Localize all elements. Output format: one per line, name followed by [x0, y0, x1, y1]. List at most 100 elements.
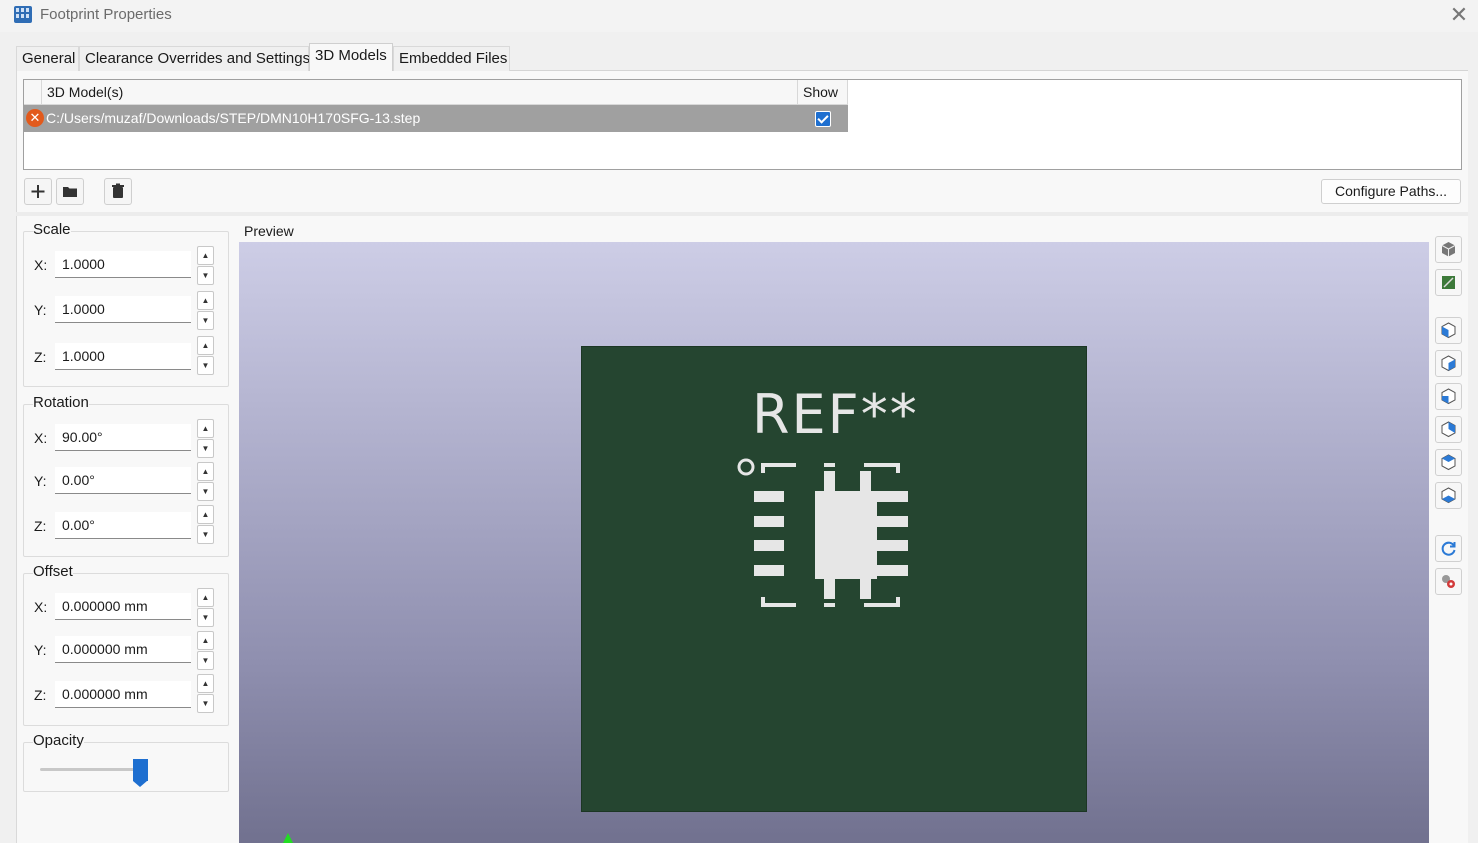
spin-up-icon[interactable]: ▲: [197, 631, 214, 650]
spin-up-icon[interactable]: ▲: [197, 588, 214, 607]
toggle-3d-model-button[interactable]: [1435, 236, 1462, 263]
spin-down-icon[interactable]: ▼: [197, 482, 214, 501]
render-settings-button[interactable]: [1435, 568, 1462, 595]
footprint-properties-window: Footprint Properties ✕ General Clearance…: [0, 0, 1478, 843]
rotation-x-stepper[interactable]: ▲ ▼: [197, 419, 214, 459]
spin-up-icon[interactable]: ▲: [197, 246, 214, 265]
offset-title: Offset: [33, 563, 73, 580]
offset-y-stepper[interactable]: ▲ ▼: [197, 631, 214, 671]
spin-down-icon[interactable]: ▼: [197, 525, 214, 544]
view-bottom-icon: [1441, 487, 1456, 504]
scale-x-stepper[interactable]: ▲ ▼: [197, 246, 214, 286]
view-back-button[interactable]: [1435, 350, 1462, 377]
refresh-icon: [1441, 541, 1456, 556]
spin-up-icon[interactable]: ▲: [197, 291, 214, 310]
rotation-x-input[interactable]: 90.00°: [55, 424, 191, 451]
view-front-button[interactable]: [1435, 317, 1462, 344]
remove-model-button[interactable]: [104, 178, 132, 205]
rotation-title: Rotation: [33, 394, 89, 411]
spin-down-icon[interactable]: ▼: [197, 694, 214, 713]
scale-y-input[interactable]: 1.0000: [55, 296, 191, 323]
scale-x-label: X:: [34, 257, 48, 273]
table-row[interactable]: ✕ C:/Users/muzaf/Downloads/STEP/DMN10H17…: [24, 105, 848, 132]
view-left-button[interactable]: [1435, 383, 1462, 410]
offset-y-input[interactable]: 0.000000 mm: [55, 636, 191, 663]
rotation-x-label: X:: [34, 430, 48, 446]
folder-icon: [63, 187, 77, 197]
spin-up-icon[interactable]: ▲: [197, 505, 214, 524]
settings-icon: [1442, 575, 1455, 588]
reload-view-button[interactable]: [1435, 535, 1462, 562]
add-icon: [31, 185, 45, 198]
toggle-board-button[interactable]: [1435, 269, 1462, 296]
view-top-icon: [1441, 454, 1456, 471]
offset-x-input[interactable]: 0.000000 mm: [55, 593, 191, 620]
tab-general[interactable]: General: [16, 46, 79, 71]
rotation-z-stepper[interactable]: ▲ ▼: [197, 505, 214, 545]
rotation-y-input[interactable]: 0.00°: [55, 467, 191, 494]
3d-preview-canvas[interactable]: REF**: [239, 242, 1429, 843]
spin-up-icon[interactable]: ▲: [197, 462, 214, 481]
offset-x-label: X:: [34, 599, 48, 615]
close-icon[interactable]: ✕: [1446, 3, 1472, 27]
title-bar: Footprint Properties ✕: [0, 0, 1478, 32]
rotation-z-label: Z:: [34, 518, 47, 534]
opacity-title: Opacity: [33, 732, 84, 749]
spin-down-icon[interactable]: ▼: [197, 651, 214, 670]
tab-clearance-overrides[interactable]: Clearance Overrides and Settings: [79, 46, 310, 71]
opacity-slider-handle[interactable]: [132, 759, 148, 787]
preview-label: Preview: [244, 223, 294, 239]
opacity-group: Opacity: [23, 732, 229, 792]
scale-title: Scale: [33, 221, 71, 238]
app-icon: [14, 6, 32, 23]
show-checkbox[interactable]: [815, 111, 831, 127]
view-front-icon: [1441, 322, 1456, 339]
rotation-y-label: Y:: [34, 473, 47, 489]
spin-down-icon[interactable]: ▼: [197, 439, 214, 458]
scale-z-label: Z:: [34, 349, 47, 365]
models-table: 3D Model(s) Show ✕ C:/Users/muzaf/Downlo…: [23, 79, 1462, 170]
model-path: C:/Users/muzaf/Downloads/STEP/DMN10H170S…: [46, 110, 421, 126]
error-icon: ✕: [26, 109, 44, 127]
spin-up-icon[interactable]: ▲: [197, 336, 214, 355]
view-left-icon: [1441, 388, 1456, 405]
axis-indicator: [283, 833, 293, 843]
tab-embedded-files[interactable]: Embedded Files: [393, 46, 510, 71]
scale-y-stepper[interactable]: ▲ ▼: [197, 291, 214, 331]
browse-model-button[interactable]: [56, 178, 84, 205]
view-back-icon: [1441, 355, 1456, 372]
spin-down-icon[interactable]: ▼: [197, 356, 214, 375]
trash-icon: [112, 183, 124, 198]
spin-down-icon[interactable]: ▼: [197, 311, 214, 330]
offset-z-label: Z:: [34, 687, 47, 703]
offset-y-label: Y:: [34, 642, 47, 658]
view-right-button[interactable]: [1435, 416, 1462, 443]
offset-z-input[interactable]: 0.000000 mm: [55, 681, 191, 708]
add-model-button[interactable]: [24, 178, 52, 205]
spin-up-icon[interactable]: ▲: [197, 674, 214, 693]
rotation-y-stepper[interactable]: ▲ ▼: [197, 462, 214, 502]
column-header-show[interactable]: Show: [798, 80, 848, 105]
cube-icon: [1441, 242, 1456, 257]
window-title: Footprint Properties: [40, 6, 172, 23]
view-bottom-button[interactable]: [1435, 482, 1462, 509]
spin-up-icon[interactable]: ▲: [197, 419, 214, 438]
column-header-models[interactable]: 3D Model(s): [42, 80, 798, 105]
section-separator: [16, 212, 1468, 216]
scale-z-stepper[interactable]: ▲ ▼: [197, 336, 214, 376]
opacity-slider-track[interactable]: [40, 768, 140, 771]
tab-3d-models[interactable]: 3D Models: [309, 43, 393, 71]
scale-z-input[interactable]: 1.0000: [55, 343, 191, 370]
scale-y-label: Y:: [34, 302, 47, 318]
spin-down-icon[interactable]: ▼: [197, 608, 214, 627]
rotation-z-input[interactable]: 0.00°: [55, 512, 191, 539]
scale-x-input[interactable]: 1.0000: [55, 251, 191, 278]
view-top-button[interactable]: [1435, 449, 1462, 476]
offset-z-stepper[interactable]: ▲ ▼: [197, 674, 214, 714]
view-right-icon: [1441, 421, 1456, 438]
table-corner: [24, 80, 42, 105]
configure-paths-button[interactable]: Configure Paths...: [1321, 179, 1461, 204]
offset-x-stepper[interactable]: ▲ ▼: [197, 588, 214, 628]
footprint-silkscreen: [737, 458, 908, 607]
spin-down-icon[interactable]: ▼: [197, 266, 214, 285]
